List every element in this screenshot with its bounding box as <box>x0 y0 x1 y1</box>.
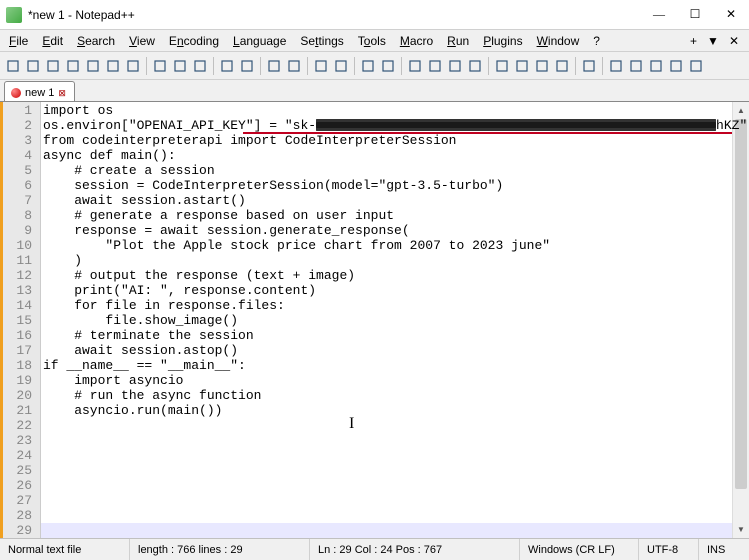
tab-close-button[interactable]: ⊠ <box>58 88 68 98</box>
close-icon[interactable] <box>84 57 102 75</box>
paste-icon[interactable] <box>191 57 209 75</box>
menu-encoding[interactable]: Encoding <box>162 32 226 50</box>
code-content[interactable]: import osos.environ["OPENAI_API_KEY"] = … <box>41 102 749 418</box>
file-tab[interactable]: new 1 ⊠ <box>4 81 75 101</box>
new-icon[interactable] <box>4 57 22 75</box>
indent-icon[interactable] <box>446 57 464 75</box>
find-icon[interactable] <box>265 57 283 75</box>
doc-map-icon[interactable] <box>493 57 511 75</box>
status-bar: Normal text file length : 766 lines : 29… <box>0 538 749 560</box>
zoom-in-icon[interactable] <box>312 57 330 75</box>
stop-icon[interactable] <box>627 57 645 75</box>
code-viewport[interactable]: import osos.environ["OPENAI_API_KEY"] = … <box>40 102 749 538</box>
doc-list-icon[interactable] <box>513 57 531 75</box>
editor-area: 1234567891011121314151617181920212223242… <box>0 102 749 538</box>
chars-icon[interactable] <box>426 57 444 75</box>
menu-language[interactable]: Language <box>226 32 293 50</box>
status-position: Ln : 29 Col : 24 Pos : 767 <box>310 539 520 560</box>
menu-tools[interactable]: Tools <box>351 32 393 50</box>
toolbar <box>0 52 749 80</box>
print-icon[interactable] <box>124 57 142 75</box>
redo-icon[interactable] <box>238 57 256 75</box>
menu-run[interactable]: Run <box>440 32 476 50</box>
redacted-key <box>316 119 716 131</box>
menu-dropdown-button[interactable]: ▼ <box>707 34 719 48</box>
open-icon[interactable] <box>24 57 42 75</box>
save-icon[interactable] <box>44 57 62 75</box>
app-icon <box>6 7 22 23</box>
save-macro-icon[interactable] <box>687 57 705 75</box>
play-icon[interactable] <box>647 57 665 75</box>
menu-search[interactable]: Search <box>70 32 122 50</box>
tab-label: new 1 <box>25 87 54 99</box>
replace-icon[interactable] <box>285 57 303 75</box>
wrap-icon[interactable] <box>406 57 424 75</box>
menu-macro[interactable]: Macro <box>393 32 440 50</box>
tab-bar: new 1 ⊠ <box>0 80 749 102</box>
copy-icon[interactable] <box>171 57 189 75</box>
window-title: *new 1 - Notepad++ <box>28 8 641 22</box>
current-line-highlight <box>41 523 749 538</box>
menu-edit[interactable]: Edit <box>35 32 70 50</box>
cut-icon[interactable] <box>151 57 169 75</box>
undo-icon[interactable] <box>218 57 236 75</box>
play-multi-icon[interactable] <box>667 57 685 75</box>
title-bar: *new 1 - Notepad++ — ☐ ✕ <box>0 0 749 30</box>
status-mode[interactable]: INS <box>699 539 749 560</box>
status-encoding[interactable]: UTF-8 <box>639 539 699 560</box>
save-all-icon[interactable] <box>64 57 82 75</box>
maximize-button[interactable]: ☐ <box>677 0 713 30</box>
close-all-icon[interactable] <box>104 57 122 75</box>
minimize-button[interactable]: — <box>641 0 677 30</box>
menu-plus-button[interactable]: + <box>690 34 697 48</box>
status-filetype: Normal text file <box>0 539 130 560</box>
menu-help[interactable]: ? <box>586 32 607 50</box>
menu-x-button[interactable]: ✕ <box>729 34 739 48</box>
monitor-icon[interactable] <box>580 57 598 75</box>
lang-icon[interactable] <box>466 57 484 75</box>
folder-icon[interactable] <box>553 57 571 75</box>
menu-view[interactable]: View <box>122 32 162 50</box>
line-number-gutter: 1234567891011121314151617181920212223242… <box>0 102 40 538</box>
sync-h-icon[interactable] <box>379 57 397 75</box>
menu-settings[interactable]: Settings <box>293 32 350 50</box>
scroll-down-button[interactable]: ▼ <box>733 521 749 538</box>
menu-bar: File Edit Search View Encoding Language … <box>0 30 749 52</box>
unsaved-indicator-icon <box>11 88 21 98</box>
close-button[interactable]: ✕ <box>713 0 749 30</box>
zoom-out-icon[interactable] <box>332 57 350 75</box>
menu-file[interactable]: File <box>2 32 35 50</box>
status-length: length : 766 lines : 29 <box>130 539 310 560</box>
menu-plugins[interactable]: Plugins <box>476 32 529 50</box>
menu-window[interactable]: Window <box>530 32 587 50</box>
record-icon[interactable] <box>607 57 625 75</box>
func-list-icon[interactable] <box>533 57 551 75</box>
status-eol[interactable]: Windows (CR LF) <box>520 539 639 560</box>
sync-v-icon[interactable] <box>359 57 377 75</box>
